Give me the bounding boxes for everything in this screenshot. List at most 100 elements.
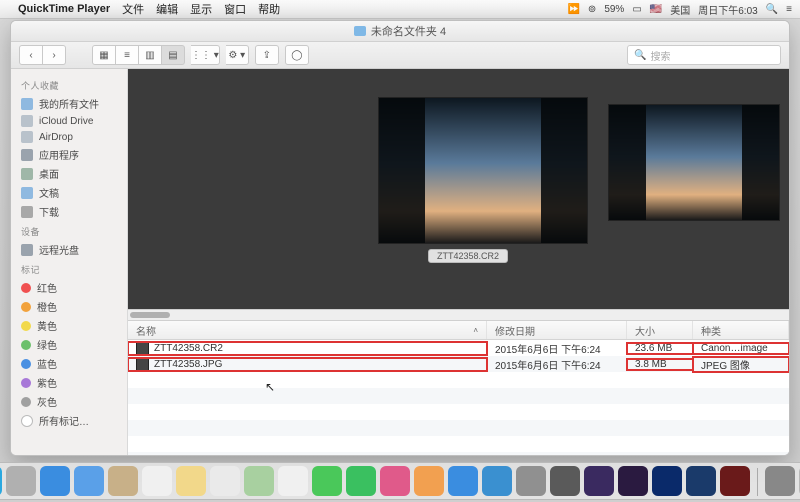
system-menubar: QuickTime Player 文件 编辑 显示 窗口 帮助 ⏩ ⊚ 59% … — [0, 0, 800, 19]
input-label: 美国 — [670, 2, 690, 17]
preview-thumb-1[interactable] — [378, 97, 588, 244]
view-list-button[interactable]: ≡ — [116, 45, 139, 65]
menu-window[interactable]: 窗口 — [224, 1, 246, 17]
dock-preview[interactable] — [482, 466, 512, 496]
sidebar-airdrop[interactable]: AirDrop — [11, 129, 127, 145]
battery-icon[interactable]: ▭ — [632, 4, 641, 15]
dock-separator — [757, 468, 758, 496]
sidebar-downloads[interactable]: 下载 — [11, 202, 127, 221]
view-gallery-button[interactable]: ▤ — [162, 45, 185, 65]
sidebar-tag-1[interactable]: 橙色 — [11, 297, 127, 316]
dock-photos[interactable] — [278, 466, 308, 496]
applications-icon — [21, 149, 33, 161]
dock-calendar[interactable] — [142, 466, 172, 496]
desktop-icon — [21, 168, 33, 180]
col-kind[interactable]: 种类 — [693, 321, 789, 339]
table-row[interactable]: ZTT42358.JPG 2015年6月6日 下午6:24 3.8 MB JPE… — [128, 356, 789, 372]
wifi-icon[interactable]: ⊚ — [588, 4, 596, 15]
dock-settings[interactable] — [516, 466, 546, 496]
sidebar-all-my-files[interactable]: 我的所有文件 — [11, 94, 127, 113]
tag-dot-icon — [21, 340, 31, 350]
menu-edit[interactable]: 编辑 — [156, 1, 178, 17]
dock-premiere[interactable] — [618, 466, 648, 496]
search-input[interactable]: 🔍 搜索 — [627, 45, 781, 65]
sidebar-documents[interactable]: 文稿 — [11, 183, 127, 202]
app-name[interactable]: QuickTime Player — [18, 3, 110, 15]
dock-facetime[interactable] — [346, 466, 376, 496]
all-files-icon — [21, 98, 33, 110]
dock-itunes[interactable] — [380, 466, 410, 496]
dock-downloads-stack[interactable] — [765, 466, 795, 496]
input-flag[interactable]: 🇺🇸 — [650, 4, 662, 15]
tag-dot-icon — [21, 397, 31, 407]
arrange-button[interactable]: ⋮⋮ ▾ — [191, 45, 220, 65]
col-date[interactable]: 修改日期 — [487, 321, 627, 339]
preview-caption: ZTT42358.CR2 — [428, 249, 508, 263]
cloud-icon — [21, 115, 33, 127]
sidebar-head-tags: 标记 — [11, 259, 127, 278]
dock-mystery-q[interactable] — [652, 466, 682, 496]
gallery-preview: ZTT42358.CR2 — [128, 69, 789, 309]
sidebar-tag-4[interactable]: 蓝色 — [11, 354, 127, 373]
sidebar-icloud[interactable]: iCloud Drive — [11, 113, 127, 129]
view-columns-button[interactable]: ▥ — [139, 45, 162, 65]
clock[interactable]: 周日下午6:03 — [698, 2, 757, 17]
menu-help[interactable]: 帮助 — [258, 1, 280, 17]
disc-icon — [21, 244, 33, 256]
dock — [0, 456, 800, 502]
window-title: 未命名文件夹 4 — [371, 23, 446, 39]
sidebar-desktop[interactable]: 桌面 — [11, 164, 127, 183]
folder-icon — [354, 26, 366, 36]
dock-maps[interactable] — [244, 466, 274, 496]
nav-forward-button[interactable]: › — [43, 45, 66, 65]
dock-adobe-app[interactable] — [720, 466, 750, 496]
window-titlebar[interactable]: 未命名文件夹 4 — [11, 21, 789, 42]
dock-safari[interactable] — [40, 466, 70, 496]
sidebar-tag-5[interactable]: 紫色 — [11, 373, 127, 392]
search-placeholder: 搜索 — [650, 48, 670, 63]
sidebar-tag-2[interactable]: 黄色 — [11, 316, 127, 335]
dock-notes[interactable] — [176, 466, 206, 496]
spotlight-icon[interactable]: 🔍 — [766, 4, 778, 15]
view-icons-button[interactable]: ▦ — [92, 45, 116, 65]
sort-asc-icon: ˄ — [473, 326, 478, 335]
tag-dot-icon — [21, 302, 31, 312]
sidebar-all-tags[interactable]: 所有标记… — [11, 411, 127, 430]
all-tags-icon — [21, 415, 33, 427]
dock-appstore[interactable] — [448, 466, 478, 496]
col-name[interactable]: 名称˄ — [128, 321, 487, 339]
dock-contacts[interactable] — [108, 466, 138, 496]
preview-thumb-2[interactable] — [608, 104, 780, 221]
dock-photoshop[interactable] — [686, 466, 716, 496]
dock-messages[interactable] — [312, 466, 342, 496]
sidebar-tag-3[interactable]: 绿色 — [11, 335, 127, 354]
tags-button[interactable]: ◯ — [285, 45, 309, 65]
action-button[interactable]: ⚙ ▾ — [226, 45, 249, 65]
file-icon — [136, 342, 149, 355]
table-row[interactable]: ZTT42358.CR2 2015年6月6日 下午6:24 23.6 MB Ca… — [128, 340, 789, 356]
dock-launchpad[interactable] — [6, 466, 36, 496]
tag-dot-icon — [21, 283, 31, 293]
nav-back-button[interactable]: ‹ — [19, 45, 43, 65]
dock-finder[interactable] — [0, 466, 2, 496]
sidebar-head-devices: 设备 — [11, 221, 127, 240]
sidebar-applications[interactable]: 应用程序 — [11, 145, 127, 164]
scroll-thumb[interactable] — [130, 312, 170, 318]
menu-view[interactable]: 显示 — [190, 1, 212, 17]
dock-after-effects[interactable] — [584, 466, 614, 496]
finder-toolbar: ‹ › ▦ ≡ ▥ ▤ ⋮⋮ ▾ ⚙ ▾ ⇪ ◯ 🔍 搜索 — [11, 42, 789, 69]
share-button[interactable]: ⇪ — [255, 45, 279, 65]
sidebar-tag-6[interactable]: 灰色 — [11, 392, 127, 411]
dock-quicktime[interactable] — [550, 466, 580, 496]
sidebar-tag-0[interactable]: 红色 — [11, 278, 127, 297]
col-size[interactable]: 大小 — [627, 321, 693, 339]
sidebar-remote-disc[interactable]: 远程光盘 — [11, 240, 127, 259]
dock-reminders[interactable] — [210, 466, 240, 496]
gallery-scrollbar[interactable] — [128, 309, 789, 320]
search-icon: 🔍 — [634, 50, 646, 61]
dock-mail[interactable] — [74, 466, 104, 496]
dock-ibooks[interactable] — [414, 466, 444, 496]
fastforward-icon[interactable]: ⏩ — [567, 4, 579, 15]
menu-file[interactable]: 文件 — [122, 1, 144, 17]
notifications-icon[interactable]: ≡ — [786, 4, 792, 15]
